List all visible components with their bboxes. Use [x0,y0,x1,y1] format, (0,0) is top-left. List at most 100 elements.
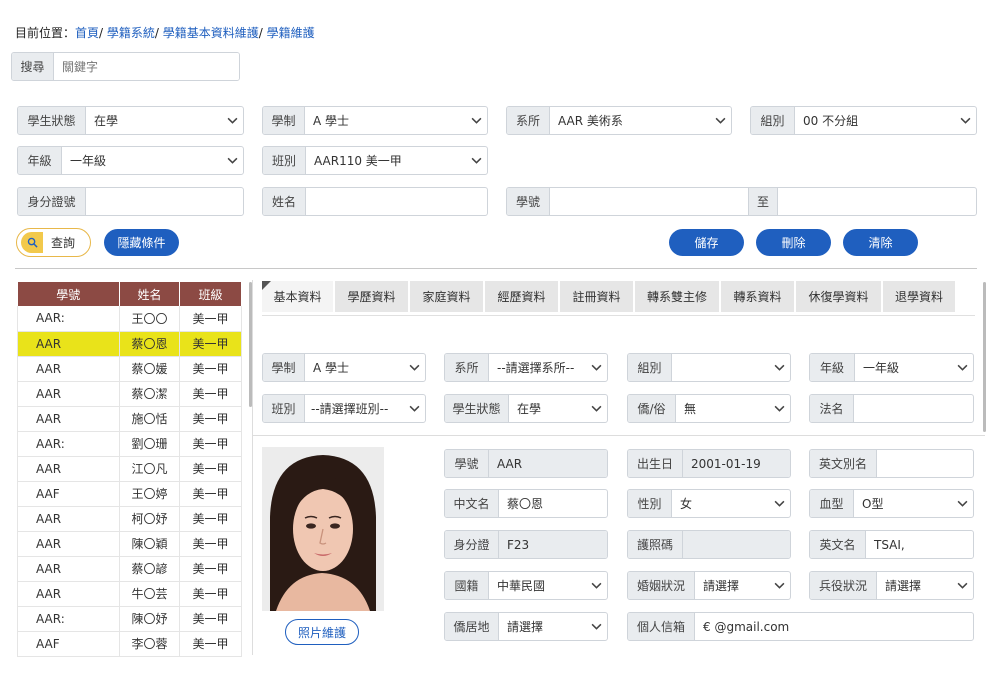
tab-suspension[interactable]: 休復學資料 [796,281,883,312]
id-number-input[interactable] [86,188,243,215]
email-label: 個人信箱 [628,613,695,640]
birthdate-field: 出生日 2001-01-19 [627,449,791,478]
class-label: 班別 [263,147,306,174]
id-number-field: 身分證號 [17,187,244,216]
grade-label: 年級 [18,147,62,174]
status-select[interactable]: 學生狀態 在學 [17,106,244,135]
marital-status-value: 請選擇 [703,579,740,593]
delete-button[interactable]: 刪除 [756,229,831,256]
email-input[interactable]: € @gmail.com [695,613,973,640]
detail-system-select[interactable]: 學制 A 學士 [262,353,426,382]
cell-name: 陳〇妤 [119,606,180,632]
detail-status-value: 在學 [517,402,542,416]
detail-tabs: 基本資料 學歷資料 家庭資料 經歷資料 註冊資料 轉系雙主修 轉系資料 休復學資… [262,281,957,312]
tab-basic[interactable]: 基本資料 [262,281,335,312]
breadcrumb-student-system[interactable]: 學籍系統 [107,26,155,40]
cell-name: 牛〇芸 [119,581,180,607]
detail-system-value: A 學士 [313,361,350,375]
detail-class-select[interactable]: 班別 --請選擇班別-- [262,394,426,423]
cell-student-number: AAR: [17,606,120,632]
hide-conditions-button[interactable]: 隱藏條件 [104,229,179,256]
id-card-label: 身分證 [445,531,499,558]
student-number-to-input[interactable] [778,188,976,215]
header-class[interactable]: 班級 [179,282,242,306]
english-alias-input[interactable] [877,450,973,477]
header-student-number[interactable]: 學號 [17,282,120,306]
group-select[interactable]: 組別 00 不分組 [750,106,977,135]
query-button[interactable]: 查詢 [16,228,91,257]
cell-student-number: AAR [17,406,120,432]
english-alias-label: 英文別名 [810,450,877,477]
chevron-down-icon [221,107,243,134]
name-input[interactable] [306,188,487,215]
detail-status-select[interactable]: 學生狀態 在學 [444,394,608,423]
tab-family[interactable]: 家庭資料 [410,281,485,312]
marital-status-select[interactable]: 婚姻狀況 請選擇 [627,571,791,600]
cell-student-number: AAF [17,631,120,657]
blood-type-select[interactable]: 血型 O型 [809,489,974,518]
student-number-field: 學號 AAR [444,449,608,478]
tab-experience[interactable]: 經歷資料 [485,281,560,312]
cell-name: 江〇凡 [119,456,180,482]
tab-transfer-double-major[interactable]: 轉系雙主修 [635,281,721,312]
table-row[interactable]: AAR 牛〇芸 美一甲 [17,581,242,607]
table-row[interactable]: AAR 柯〇妤 美一甲 [17,506,242,532]
table-row[interactable]: AAR: 陳〇妤 美一甲 [17,606,242,632]
dharma-name-input[interactable] [854,395,973,422]
gender-select[interactable]: 性別 女 [627,489,791,518]
table-row[interactable]: AAR 施〇恬 美一甲 [17,406,242,432]
save-button[interactable]: 儲存 [669,229,744,256]
blood-type-label: 血型 [810,490,854,517]
table-row[interactable]: AAR 蔡〇諺 美一甲 [17,556,242,582]
breadcrumb-maintenance[interactable]: 學籍維護 [267,26,315,40]
detail-grade-select[interactable]: 年級 一年級 [809,353,974,382]
photo-maintenance-button[interactable]: 照片維護 [285,619,359,645]
tab-education[interactable]: 學歷資料 [335,281,410,312]
gender-label: 性別 [628,490,672,517]
table-row[interactable]: AAR 陳〇穎 美一甲 [17,531,242,557]
student-number-range: 學號 至 [506,187,977,216]
tab-registration[interactable]: 註冊資料 [560,281,635,312]
clear-button[interactable]: 清除 [843,229,918,256]
dept-select[interactable]: 系所 AAR 美術系 [506,106,732,135]
table-row[interactable]: AAR: 劉〇珊 美一甲 [17,431,242,457]
table-row[interactable]: AAR 蔡〇媛 美一甲 [17,356,242,382]
tab-transfer[interactable]: 轉系資料 [721,281,796,312]
english-name-input[interactable]: TSAI, [866,531,973,558]
cell-student-number: AAR [17,531,120,557]
nationality-select[interactable]: 國籍 中華民國 [444,571,608,600]
cell-class: 美一甲 [179,531,242,557]
cell-class: 美一甲 [179,331,242,357]
chevron-down-icon [768,572,790,599]
dharma-name-label: 法名 [810,395,854,422]
detail-group-select[interactable]: 組別 [627,353,791,382]
table-row[interactable]: AAR 蔡〇潔 美一甲 [17,381,242,407]
tab-withdrawal[interactable]: 退學資料 [883,281,957,312]
grade-select[interactable]: 年級 一年級 [17,146,244,175]
header-name[interactable]: 姓名 [119,282,180,306]
chevron-down-icon [768,395,790,422]
table-row[interactable]: AAR 蔡〇恩 美一甲 [17,331,242,357]
chinese-name-input[interactable]: 蔡〇恩 [499,490,607,517]
detail-scrollbar[interactable] [983,282,986,432]
table-row[interactable]: AAR: 王〇〇 美一甲 [17,306,242,332]
military-status-select[interactable]: 兵役狀況 請選擇 [809,571,974,600]
detail-dept-select[interactable]: 系所 --請選擇系所-- [444,353,608,382]
section-divider [252,435,985,436]
detail-ethnic-select[interactable]: 僑/俗 無 [627,394,791,423]
system-select[interactable]: 學制 A 學士 [262,106,488,135]
table-row[interactable]: AAR 江〇凡 美一甲 [17,456,242,482]
divider [15,268,977,269]
table-row[interactable]: AAF 王〇婷 美一甲 [17,481,242,507]
marital-status-label: 婚姻狀況 [628,572,695,599]
cell-student-number: AAR: [17,306,120,332]
cell-student-number: AAR [17,506,120,532]
breadcrumb-home[interactable]: 首頁 [75,26,99,40]
student-number-from-input[interactable] [550,188,748,215]
class-select[interactable]: 班別 AAR110 美一甲 [262,146,488,175]
table-row[interactable]: AAF 李〇蓉 美一甲 [17,631,242,657]
residence-select[interactable]: 僑居地 請選擇 [444,612,608,641]
search-input[interactable] [54,53,239,80]
breadcrumb-basic-data[interactable]: 學籍基本資料維護 [163,26,259,40]
chevron-down-icon [585,354,607,381]
